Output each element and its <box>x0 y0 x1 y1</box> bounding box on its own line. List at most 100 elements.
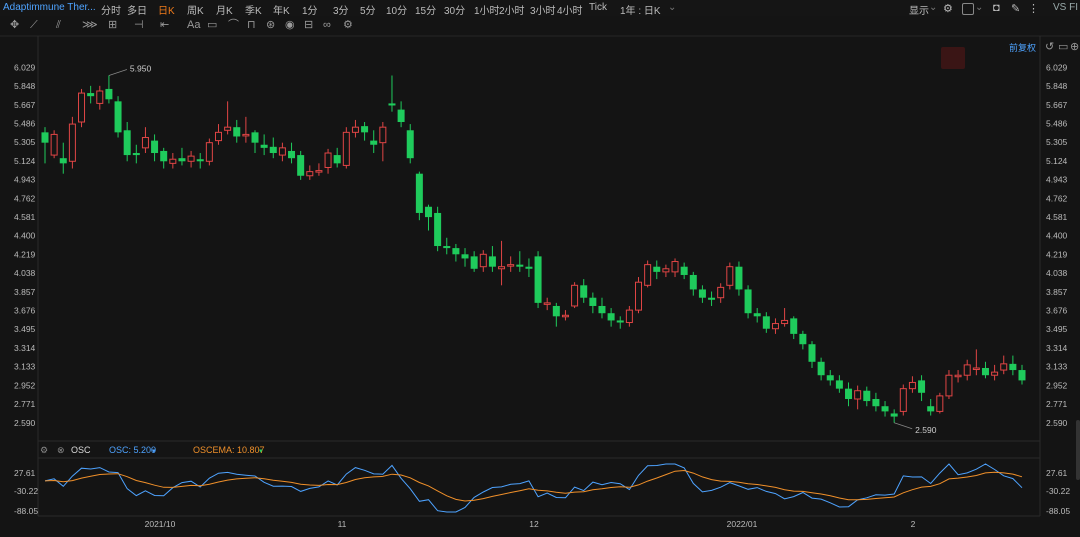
y-tick-label-left: 5.486 <box>14 118 36 128</box>
y-tick-label-left: 6.029 <box>14 62 36 72</box>
low-pointer <box>894 422 913 430</box>
y-tick-label-left: 3.314 <box>14 343 36 353</box>
y-tick-label-right: 2.771 <box>1046 399 1068 409</box>
candle-body <box>927 406 935 412</box>
candle-body <box>908 381 916 390</box>
oscema-line <box>44 469 1023 502</box>
candle-body <box>288 150 296 159</box>
candle-body <box>854 390 862 400</box>
indicator-name[interactable]: OSC <box>71 445 91 455</box>
candle-body <box>461 254 469 259</box>
candle-body <box>662 268 670 273</box>
candle-body <box>625 309 633 324</box>
osc-tick-right: -88.05 <box>1046 506 1070 516</box>
candle-body <box>644 264 652 286</box>
candle-body <box>845 388 853 399</box>
oscema-value: OSCEMA: 10.807 <box>193 445 265 455</box>
chevron-down-icon[interactable]: ▾ <box>259 447 263 455</box>
y-tick-label-right: 5.667 <box>1046 100 1068 110</box>
candle-body <box>160 150 168 162</box>
candle-body <box>899 388 907 412</box>
candle-body <box>817 361 825 376</box>
candle-body <box>981 367 989 376</box>
candle-body <box>534 256 542 303</box>
candle-body <box>635 281 643 311</box>
candle-body <box>397 109 405 123</box>
candle-body <box>735 266 743 290</box>
candle-body <box>744 289 752 314</box>
settings-icon[interactable]: ⚙ <box>40 445 48 456</box>
candle-body <box>87 93 95 97</box>
candle-body <box>470 256 478 269</box>
candle-body <box>790 318 798 334</box>
y-tick-label-left: 5.305 <box>14 137 36 147</box>
low-annotation: 2.590 <box>915 425 937 435</box>
candle-body <box>123 130 131 156</box>
chevron-down-icon[interactable]: ▾ <box>152 447 156 455</box>
y-tick-label-right: 4.943 <box>1046 175 1068 185</box>
candle-body <box>835 380 843 389</box>
candle-body <box>991 371 999 376</box>
y-tick-label-left: 3.133 <box>14 362 36 372</box>
y-tick-label-left: 5.667 <box>14 100 36 110</box>
candle-body <box>771 323 779 330</box>
candle-body <box>278 147 286 156</box>
candle-body <box>424 206 432 218</box>
candle-body <box>388 103 396 106</box>
y-tick-label-left: 4.038 <box>14 268 36 278</box>
osc-tick-right: 27.61 <box>1046 468 1068 478</box>
candle-body <box>580 285 588 298</box>
candle-body <box>406 130 414 159</box>
watermark-icon <box>941 47 965 69</box>
price-chart[interactable]: 6.029 6.029 5.848 5.848 5.667 5.667 5.486 5.486… <box>0 0 1080 537</box>
y-tick-label-right: 5.305 <box>1046 137 1068 147</box>
candle-body <box>452 248 460 255</box>
candle-body <box>224 126 232 131</box>
y-tick-label-right: 4.400 <box>1046 231 1068 241</box>
candle-body <box>561 314 569 318</box>
candle-body <box>671 261 679 273</box>
y-tick-label-left: 2.590 <box>14 418 36 428</box>
candle-body <box>963 364 971 376</box>
candle-body <box>653 266 661 272</box>
osc-tick-left: 27.61 <box>14 468 36 478</box>
candle-body <box>315 170 323 173</box>
y-tick-label-left: 4.400 <box>14 231 36 241</box>
candle-body <box>114 101 122 133</box>
candle-body <box>361 126 369 133</box>
x-tick-label: 2 <box>911 519 916 529</box>
osc-tick-left: -30.22 <box>14 486 38 496</box>
y-tick-label-left: 3.857 <box>14 287 36 297</box>
y-tick-label-right: 4.219 <box>1046 249 1068 259</box>
candle-body <box>918 380 926 393</box>
candle-body <box>141 137 149 149</box>
candle-body <box>242 133 250 137</box>
candle-body <box>479 253 487 268</box>
candle-body <box>872 398 880 407</box>
y-tick-label-left: 2.952 <box>14 380 36 390</box>
candle-body <box>96 90 104 104</box>
candle-body <box>233 127 241 137</box>
high-pointer <box>108 69 128 76</box>
candle-body <box>717 286 725 299</box>
candle-body <box>698 289 706 298</box>
y-tick-label-left: 4.581 <box>14 212 36 222</box>
candle-body <box>1009 363 1017 371</box>
x-tick-label: 12 <box>529 519 539 529</box>
y-tick-label-right: 5.848 <box>1046 81 1068 91</box>
candle-body <box>169 158 177 164</box>
close-icon[interactable]: ⊗ <box>57 445 65 456</box>
candle-body <box>680 266 688 275</box>
x-tick-label: 11 <box>338 519 347 529</box>
x-tick-label: 2022/01 <box>727 519 758 529</box>
candle-body <box>78 92 86 123</box>
candle-body <box>151 140 159 154</box>
candle-body <box>178 158 186 162</box>
candle-body <box>571 284 579 307</box>
candle-body <box>616 320 624 323</box>
candle-body <box>41 132 49 143</box>
candle-body <box>379 126 387 144</box>
candle-body <box>799 333 807 345</box>
y-tick-label-left: 4.762 <box>14 193 36 203</box>
candle-body <box>50 133 58 156</box>
